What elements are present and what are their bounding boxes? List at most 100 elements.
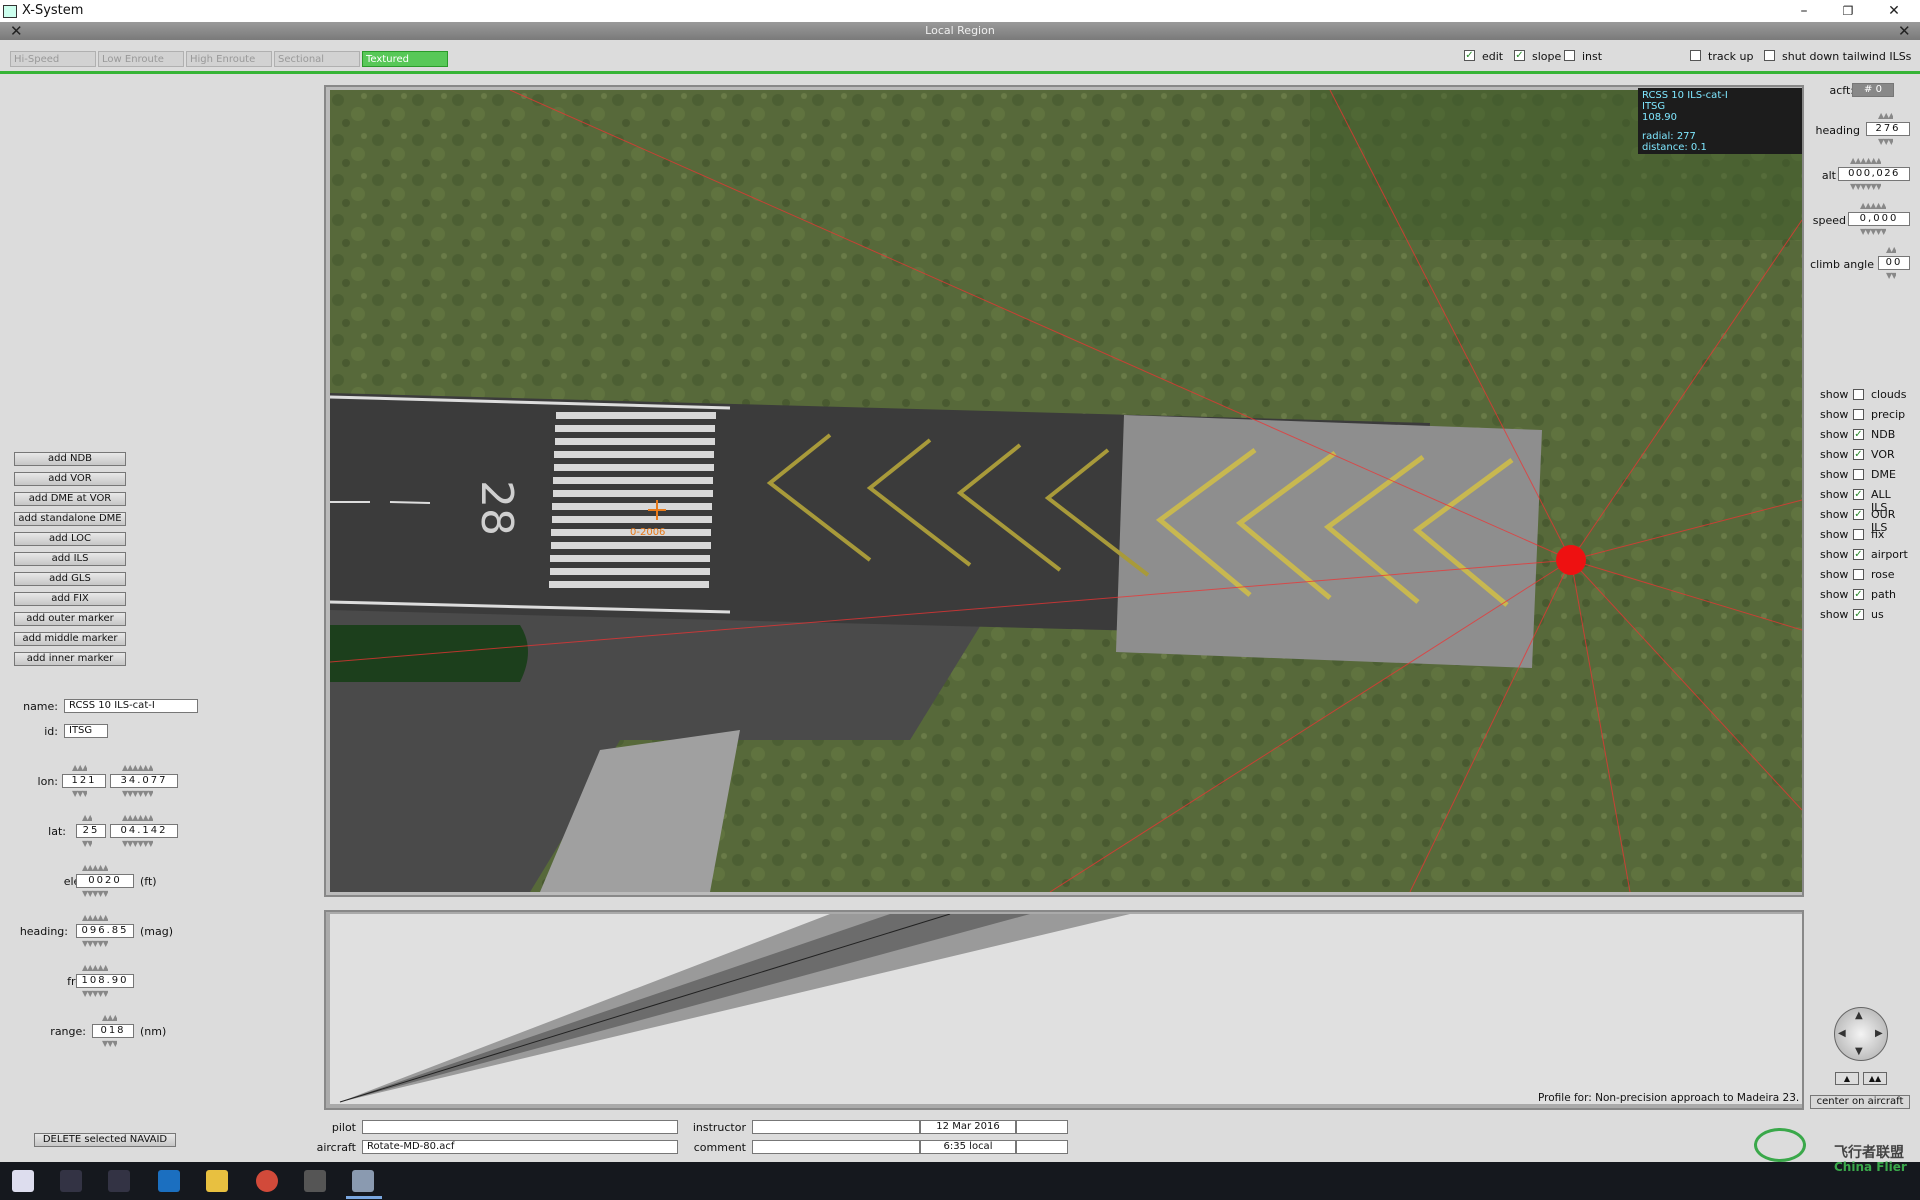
- edit-checkbox[interactable]: ✓: [1464, 50, 1475, 61]
- show-all-ils-checkbox[interactable]: ✓: [1853, 489, 1864, 500]
- acft-heading-down-icon[interactable]: ▼▼▼: [1878, 138, 1893, 146]
- name-field[interactable]: RCSS 10 ILS-cat-I: [64, 699, 198, 713]
- add-gls-button[interactable]: add GLS: [14, 572, 126, 586]
- edge-browser-icon[interactable]: [158, 1170, 180, 1192]
- add-middle-marker-button[interactable]: add middle marker: [14, 632, 126, 646]
- add-fix-button[interactable]: add FIX: [14, 592, 126, 606]
- ele-field[interactable]: 0020: [76, 874, 134, 888]
- lon-deg-down-icon[interactable]: ▼▼▼: [72, 790, 87, 798]
- inst-checkbox[interactable]: [1564, 50, 1575, 61]
- add-standalone-dme-button[interactable]: add standalone DME: [14, 512, 126, 526]
- app-shortcut-icon[interactable]: [304, 1170, 326, 1192]
- acft-speed-field[interactable]: 0,000: [1848, 212, 1910, 226]
- add-dme-at-vor-button[interactable]: add DME at VOR: [14, 492, 126, 506]
- acft-alt-up-icon[interactable]: ▲▲▲▲▲▲: [1850, 157, 1881, 165]
- frq-field[interactable]: 108.90: [76, 974, 134, 988]
- lon-minutes-field[interactable]: 34.077: [110, 774, 178, 788]
- add-loc-button[interactable]: add LOC: [14, 532, 126, 546]
- show-dme-checkbox[interactable]: [1853, 469, 1864, 480]
- show-us-checkbox[interactable]: ✓: [1853, 609, 1864, 620]
- aircraft-field[interactable]: Rotate-MD-80.acf: [362, 1140, 678, 1154]
- add-ndb-button[interactable]: add NDB: [14, 452, 126, 466]
- acft-heading-field[interactable]: 276: [1866, 122, 1910, 136]
- close-window-button[interactable]: ✕: [1872, 1, 1916, 21]
- id-field[interactable]: ITSG: [64, 724, 108, 738]
- start-icon[interactable]: [12, 1170, 34, 1192]
- lon-min-down-icon[interactable]: ▼▼▼▼▼▼: [122, 790, 153, 798]
- lat-min-down-icon[interactable]: ▼▼▼▼▼▼: [122, 840, 153, 848]
- lat-degrees-field[interactable]: 25: [76, 824, 106, 838]
- acft-climb-down-icon[interactable]: ▼▼: [1886, 272, 1896, 280]
- acft-selector[interactable]: # 0: [1852, 83, 1894, 97]
- tab-textured[interactable]: Textured: [362, 51, 448, 67]
- heading-field[interactable]: 096.85: [76, 924, 134, 938]
- chrome-icon[interactable]: [256, 1170, 278, 1192]
- lat-deg-down-icon[interactable]: ▼▼: [82, 840, 92, 848]
- map-canvas[interactable]: 28 0-2006: [330, 90, 1802, 892]
- acft-alt-down-icon[interactable]: ▼▼▼▼▼▼: [1850, 183, 1881, 191]
- add-vor-button[interactable]: add VOR: [14, 472, 126, 486]
- x-system-taskbar-icon[interactable]: [352, 1170, 374, 1192]
- heading-up-icon[interactable]: ▲▲▲▲▲: [82, 914, 108, 922]
- tab-hi-speed[interactable]: Hi-Speed: [10, 51, 96, 67]
- add-outer-marker-button[interactable]: add outer marker: [14, 612, 126, 626]
- delete-navaid-button[interactable]: DELETE selected NAVAID: [34, 1133, 176, 1147]
- region-close-right-icon[interactable]: ✕: [1898, 22, 1911, 40]
- file-explorer-icon[interactable]: [206, 1170, 228, 1192]
- maximize-button[interactable]: ❐: [1826, 1, 1870, 21]
- acft-speed-up-icon[interactable]: ▲▲▲▲▲: [1860, 202, 1886, 210]
- slope-checkbox[interactable]: ✓: [1514, 50, 1525, 61]
- show-rose-checkbox[interactable]: [1853, 569, 1864, 580]
- show-airport-checkbox[interactable]: ✓: [1853, 549, 1864, 560]
- pan-right-icon[interactable]: ▶: [1875, 1028, 1883, 1039]
- range-down-icon[interactable]: ▼▼▼: [102, 1040, 117, 1048]
- pilot-field[interactable]: [362, 1120, 678, 1134]
- acft-climb-up-icon[interactable]: ▲▲: [1886, 246, 1896, 254]
- acft-climb-field[interactable]: 00: [1878, 256, 1910, 270]
- add-inner-marker-button[interactable]: add inner marker: [14, 652, 126, 666]
- show-vor-checkbox[interactable]: ✓: [1853, 449, 1864, 460]
- show-precip-checkbox[interactable]: [1853, 409, 1864, 420]
- show-path-checkbox[interactable]: ✓: [1853, 589, 1864, 600]
- acft-heading-up-icon[interactable]: ▲▲▲: [1878, 112, 1893, 120]
- ele-up-icon[interactable]: ▲▲▲▲▲: [82, 864, 108, 872]
- task-view-icon[interactable]: [108, 1170, 130, 1192]
- tab-high-enroute[interactable]: High Enroute: [186, 51, 272, 67]
- shut-down-tailwind-checkbox[interactable]: [1764, 50, 1775, 61]
- track-up-checkbox[interactable]: [1690, 50, 1701, 61]
- lon-degrees-field[interactable]: 121: [62, 774, 106, 788]
- lat-deg-up-icon[interactable]: ▲▲: [82, 814, 92, 822]
- map-view[interactable]: 28 0-2006: [330, 90, 1802, 892]
- show-ndb-checkbox[interactable]: ✓: [1853, 429, 1864, 440]
- heading-down-icon[interactable]: ▼▼▼▼▼: [82, 940, 108, 948]
- show-clouds-checkbox[interactable]: [1853, 389, 1864, 400]
- frq-down-icon[interactable]: ▼▼▼▼▼: [82, 990, 108, 998]
- center-on-aircraft-button[interactable]: center on aircraft: [1810, 1095, 1910, 1109]
- tab-low-enroute[interactable]: Low Enroute: [98, 51, 184, 67]
- range-field[interactable]: 018: [92, 1024, 134, 1038]
- acft-alt-field[interactable]: 000,026: [1838, 167, 1910, 181]
- pan-joystick[interactable]: ▲ ▼ ◀ ▶: [1834, 1007, 1888, 1061]
- acft-speed-down-icon[interactable]: ▼▼▼▼▼: [1860, 228, 1886, 236]
- comment-field[interactable]: [752, 1140, 920, 1154]
- minimize-button[interactable]: –: [1782, 1, 1826, 21]
- lon-min-up-icon[interactable]: ▲▲▲▲▲▲: [122, 764, 153, 772]
- show-our-ils-checkbox[interactable]: ✓: [1853, 509, 1864, 520]
- frq-up-icon[interactable]: ▲▲▲▲▲: [82, 964, 108, 972]
- lat-min-up-icon[interactable]: ▲▲▲▲▲▲: [122, 814, 153, 822]
- search-icon[interactable]: [60, 1170, 82, 1192]
- show-fix-checkbox[interactable]: [1853, 529, 1864, 540]
- tab-sectional[interactable]: Sectional: [274, 51, 360, 67]
- range-up-icon[interactable]: ▲▲▲: [102, 1014, 117, 1022]
- add-ils-button[interactable]: add ILS: [14, 552, 126, 566]
- ele-down-icon[interactable]: ▼▼▼▼▼: [82, 890, 108, 898]
- ils-navaid-dot[interactable]: [1556, 545, 1586, 575]
- pan-down-icon[interactable]: ▼: [1855, 1046, 1863, 1057]
- instructor-field[interactable]: [752, 1120, 920, 1134]
- zoom-out-button[interactable]: ▲: [1835, 1072, 1859, 1085]
- lat-minutes-field[interactable]: 04.142: [110, 824, 178, 838]
- pan-up-icon[interactable]: ▲: [1855, 1010, 1863, 1021]
- pan-left-icon[interactable]: ◀: [1838, 1028, 1846, 1039]
- zoom-in-button[interactable]: ▲▲: [1863, 1072, 1887, 1085]
- lon-deg-up-icon[interactable]: ▲▲▲: [72, 764, 87, 772]
